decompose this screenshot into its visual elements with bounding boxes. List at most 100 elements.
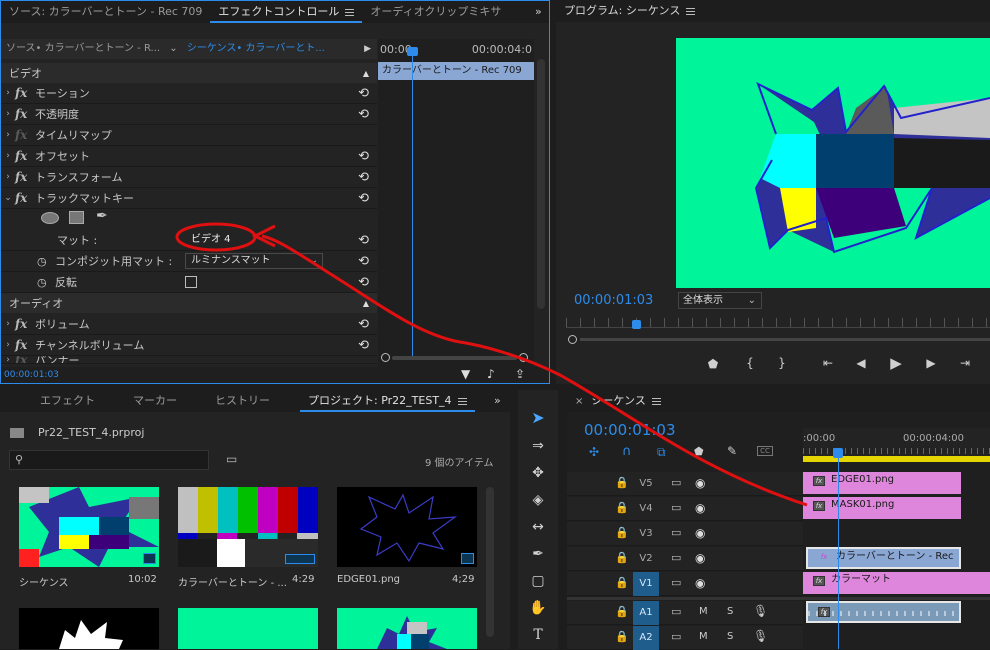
effect-row-channel-volume[interactable]: › fx チャンネルボリューム ⟲	[1, 335, 377, 356]
audio-section-header[interactable]: オーディオ ▲	[1, 293, 377, 313]
fit-select[interactable]: 全体表示 ⌄	[678, 292, 762, 309]
mini-playhead[interactable]	[412, 47, 413, 357]
fx-icon[interactable]: fx	[15, 338, 35, 352]
reset-icon[interactable]: ⟲	[358, 191, 369, 206]
step-forward-icon[interactable]: ▶	[920, 356, 942, 370]
sync-icon[interactable]: ▭	[671, 576, 681, 589]
twirl-icon[interactable]: ›	[1, 340, 15, 350]
clip-mask01[interactable]: fx MASK01.png	[803, 497, 961, 519]
tab-history[interactable]: ヒストリー	[207, 390, 278, 412]
track-v3[interactable]: 🔒 V3 ▭ ◉	[567, 522, 803, 546]
ellipse-mask-icon[interactable]	[41, 212, 59, 224]
twirl-icon[interactable]: ›	[1, 356, 15, 363]
mini-playhead-marker[interactable]	[407, 47, 418, 56]
track-select-tool-icon[interactable]: ⇒	[526, 435, 550, 457]
eye-icon[interactable]: ◉	[695, 476, 705, 490]
clip-color-bars[interactable]: fx カラーバーとトーン - Rec	[806, 547, 961, 569]
thumbnail-mask01[interactable]	[19, 608, 159, 649]
tab-audio-clip-mixer[interactable]: オーディオクリップミキサ	[362, 1, 509, 23]
tab-project[interactable]: プロジェクト: Pr22_TEST_4	[300, 390, 475, 412]
wrench-icon[interactable]: ✎	[727, 444, 737, 458]
fx-icon[interactable]: fx	[15, 149, 35, 163]
thumbnail-composite[interactable]	[337, 608, 477, 649]
program-ruler[interactable]	[566, 318, 990, 328]
thumbnail-color-matte[interactable]	[178, 608, 318, 649]
step-back-icon[interactable]: ◀	[850, 356, 872, 370]
sync-icon[interactable]: ▭	[671, 605, 681, 618]
snap-icon[interactable]: ✣	[589, 445, 599, 459]
captions-icon[interactable]: CC	[757, 446, 773, 456]
reset-icon[interactable]: ⟲	[358, 338, 369, 353]
timeline-playhead[interactable]	[838, 458, 839, 649]
timeline-timecode[interactable]: 00:00:01:03	[584, 421, 676, 439]
eye-icon[interactable]: ◉	[695, 526, 705, 540]
project-search-input[interactable]: ⚲	[9, 450, 209, 470]
expand-panels-icon[interactable]: »	[535, 5, 542, 18]
zoom-bar[interactable]	[392, 356, 517, 360]
track-name[interactable]: V5	[633, 472, 659, 496]
thumbnail-color-bars[interactable]	[178, 487, 318, 567]
sync-icon[interactable]: ▭	[671, 476, 681, 489]
marker-icon[interactable]: ⬟	[694, 445, 704, 458]
lock-icon[interactable]: 🔒	[615, 576, 629, 589]
fx-icon[interactable]: fx	[15, 170, 35, 184]
zoom-handle-right[interactable]	[519, 353, 528, 362]
mute-button[interactable]: M	[699, 606, 708, 617]
go-to-in-icon[interactable]: ⇤	[817, 356, 839, 370]
type-tool-icon[interactable]: T	[526, 624, 550, 646]
reset-icon[interactable]: ⟲	[358, 275, 369, 290]
track-v2[interactable]: 🔒 V2 ▭ ◉	[567, 547, 803, 571]
new-bin-icon[interactable]: ▭	[226, 452, 237, 466]
clip-color-matte[interactable]: fx カラーマット	[803, 572, 990, 594]
tab-source[interactable]: ソース: カラーバーとトーン - Rec 709	[1, 1, 210, 23]
effect-scrollbar[interactable]	[537, 59, 545, 309]
hand-tool-icon[interactable]: ✋	[526, 597, 550, 619]
eye-icon[interactable]: ◉	[695, 501, 705, 515]
play-triangle-icon[interactable]: ▶	[364, 39, 371, 59]
lock-icon[interactable]: 🔒	[615, 551, 629, 564]
collapse-up-icon[interactable]: ▲	[363, 69, 369, 78]
close-icon[interactable]: ×	[575, 396, 583, 407]
mark-out-icon[interactable]: }	[771, 356, 793, 370]
lock-icon[interactable]: 🔒	[615, 630, 629, 643]
twirl-icon[interactable]: ›	[1, 130, 15, 140]
sync-icon[interactable]: ▭	[671, 551, 681, 564]
twirl-icon[interactable]: ›	[1, 88, 15, 98]
mini-clip-bar[interactable]: カラーバーとトーン - Rec 709	[378, 62, 534, 80]
reset-icon[interactable]: ⟲	[358, 149, 369, 164]
effect-row-panner[interactable]: › fx パンナー	[1, 356, 377, 364]
reset-icon[interactable]: ⟲	[358, 233, 369, 248]
matte-select[interactable]: ビデオ 4	[187, 232, 247, 248]
solo-button[interactable]: S	[727, 631, 733, 642]
mute-button[interactable]: M	[699, 631, 708, 642]
timeline-ruler[interactable]: :00:00 00:00:04:00	[803, 428, 990, 462]
panel-menu-icon[interactable]	[686, 7, 696, 15]
tab-effects[interactable]: エフェクト	[32, 390, 103, 412]
sync-icon[interactable]: ▭	[671, 630, 681, 643]
mini-zoom-bar[interactable]	[381, 353, 531, 363]
eye-icon[interactable]: ◉	[695, 551, 705, 565]
program-timecode[interactable]: 00:00:01:03	[574, 293, 653, 308]
expand-panels-icon[interactable]: »	[494, 394, 501, 407]
reset-icon[interactable]: ⟲	[358, 170, 369, 185]
stopwatch-icon[interactable]: ◷	[37, 255, 55, 268]
thumbnail-sequence[interactable]	[19, 487, 159, 567]
razor-tool-icon[interactable]: ◈	[526, 489, 550, 511]
reset-icon[interactable]: ⟲	[358, 107, 369, 122]
track-v4[interactable]: 🔒 V4 ▭ ◉	[567, 497, 803, 521]
fx-icon[interactable]: fx	[15, 107, 35, 121]
tab-sequence[interactable]: シーケンス	[583, 390, 668, 412]
reset-icon[interactable]: ⟲	[358, 254, 369, 269]
track-name[interactable]: V1	[633, 572, 659, 596]
export-icon[interactable]: ⇪	[515, 367, 525, 381]
reverse-checkbox[interactable]	[185, 276, 197, 288]
sync-icon[interactable]: ▭	[671, 501, 681, 514]
fx-icon[interactable]: fx	[15, 86, 35, 100]
project-scrollbar[interactable]	[486, 487, 494, 637]
track-v1[interactable]: 🔒 V1 ▭ ◉	[567, 572, 803, 596]
program-title[interactable]: プログラム: シーケンス	[556, 0, 703, 22]
add-marker-icon[interactable]: ⬟	[702, 357, 724, 371]
rectangle-mask-icon[interactable]	[69, 211, 84, 224]
linked-selection-icon[interactable]: ∩	[622, 444, 632, 459]
sync-icon[interactable]: ▭	[671, 526, 681, 539]
